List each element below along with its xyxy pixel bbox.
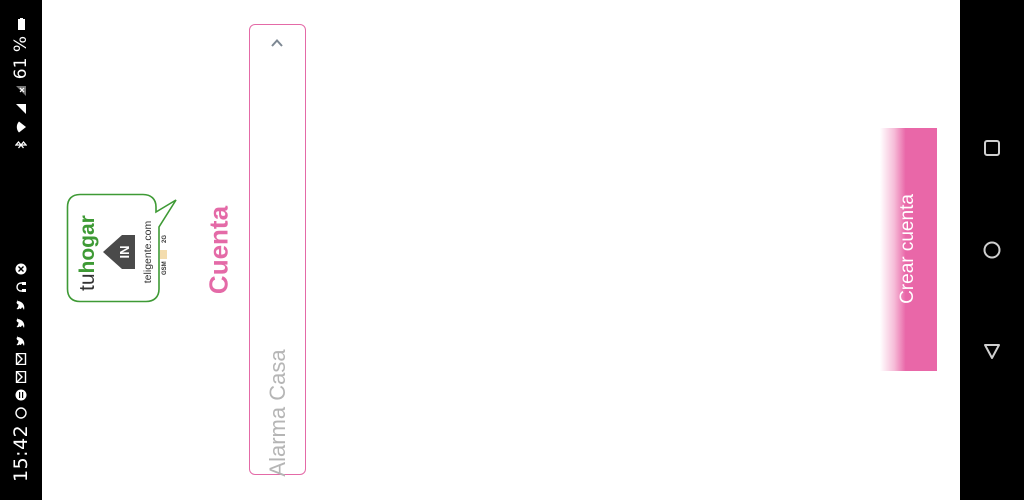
vpn-icon	[15, 263, 27, 275]
page-title: Cuenta	[203, 205, 234, 295]
logo-url: teligente.com	[142, 221, 154, 284]
signal-icon	[16, 104, 26, 115]
home-icon[interactable]	[982, 240, 1002, 260]
wifi-icon	[16, 121, 26, 133]
headset-icon	[16, 281, 26, 292]
battery-percent: 61 %	[11, 36, 31, 80]
twitter-icon	[16, 299, 25, 310]
logo-gsm: GSM	[162, 261, 168, 275]
recents-icon[interactable]	[982, 138, 1002, 158]
gmail-icon	[15, 370, 27, 383]
account-select-value: Alarma Casa	[265, 349, 290, 477]
no-signal-icon	[16, 86, 26, 97]
gmail-icon	[15, 352, 27, 365]
chevron-up-icon	[271, 39, 283, 47]
logo-brand-tu: tu	[76, 273, 99, 291]
create-account-button[interactable]: Crear cuenta	[880, 128, 937, 371]
twitter-icon	[16, 335, 25, 346]
status-bar: 15:42 61 %	[0, 0, 42, 500]
create-account-label: Crear cuenta	[897, 194, 918, 304]
bluetooth-icon	[15, 141, 27, 149]
notification-icon	[15, 389, 27, 401]
battery-icon	[18, 18, 25, 30]
status-time: 15:42	[10, 424, 32, 482]
whatsapp-icon	[15, 407, 27, 419]
twitter-icon	[16, 317, 25, 328]
back-icon[interactable]	[982, 341, 1002, 361]
logo-brand-hogar: hogar	[76, 215, 99, 273]
logo-brand-in: IN	[117, 246, 132, 259]
account-select[interactable]: Alarma Casa	[249, 24, 306, 477]
logo-2g: 2G	[162, 235, 168, 243]
brand-logo: tuhogar IN teligente.com GSM 2G	[66, 193, 178, 303]
navigation-bar	[960, 0, 1024, 500]
svg-text:tuhogar: tuhogar	[76, 215, 99, 291]
